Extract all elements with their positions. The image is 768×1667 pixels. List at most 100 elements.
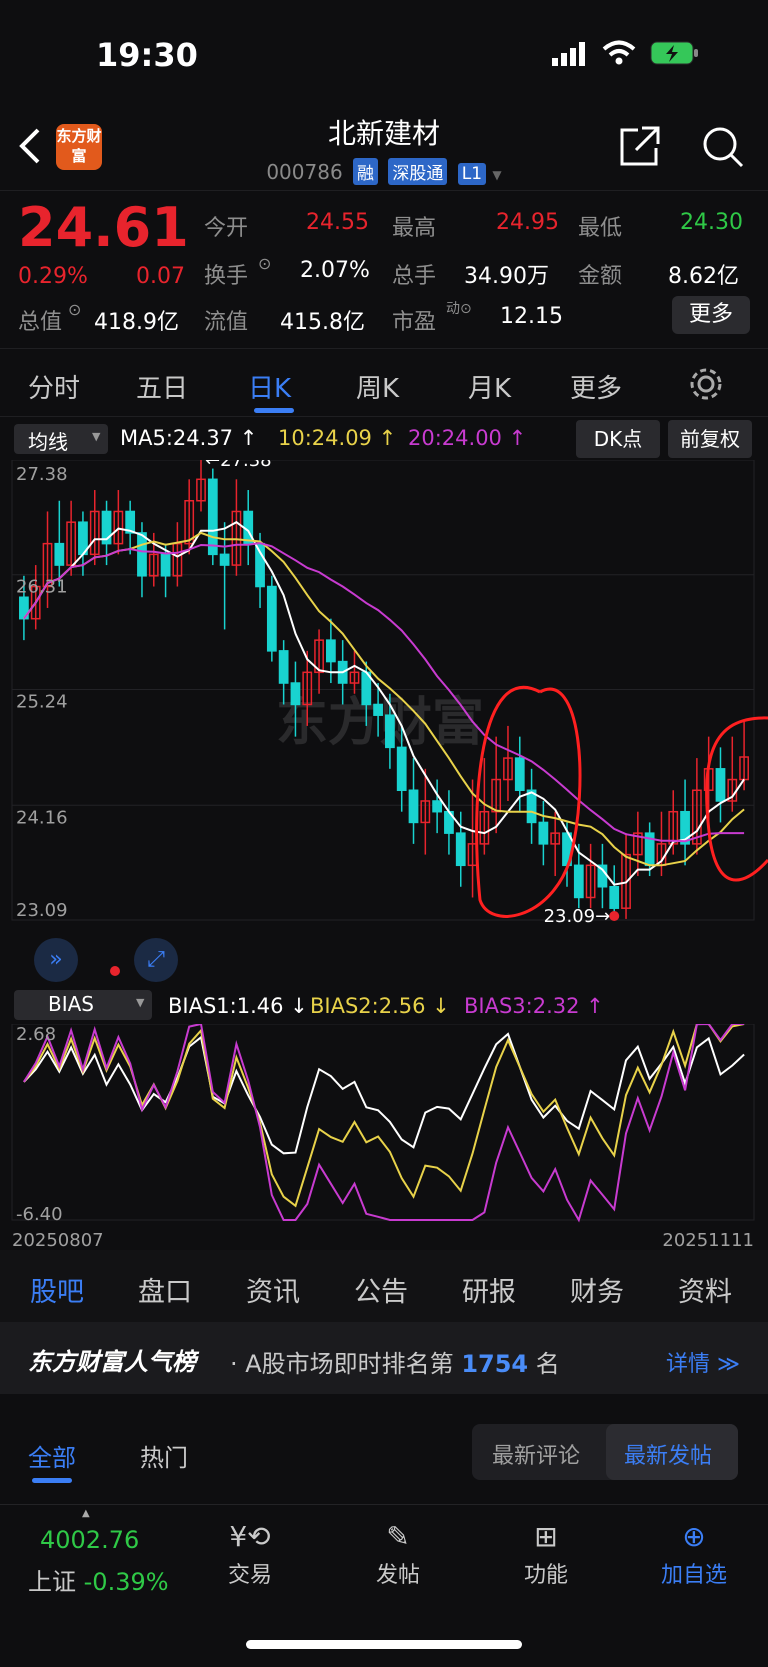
adjust-button[interactable]: 前复权 (668, 420, 752, 458)
tab-five-day[interactable]: 五日 (136, 368, 188, 405)
change-percent: 0.29% (18, 264, 88, 289)
nav-functions[interactable]: ⊞ 功能 (486, 1520, 606, 1589)
low-value: 24.30 (680, 210, 743, 235)
sort-latest-post[interactable]: 最新发帖 (624, 1438, 712, 1470)
low-marker-dot (609, 911, 620, 921)
high-label: 最高 (392, 216, 437, 241)
rank-number: 1754 (461, 1350, 529, 1378)
volume-value: 34.90万 (464, 264, 549, 289)
tab-pankou[interactable]: 盘口 (138, 1270, 192, 1309)
x-end-label: 20251111 (662, 1230, 754, 1251)
more-button[interactable]: 更多 (672, 296, 750, 334)
turnover-value: 2.07% (300, 258, 370, 283)
float-value: 415.8亿 (280, 310, 365, 335)
tag-level: L1 (457, 163, 487, 185)
nav-add-watch[interactable]: ⊕ 加自选 (634, 1520, 754, 1589)
share-button[interactable] (618, 124, 662, 172)
candle-body (514, 757, 525, 792)
ma10-label: 10:24.09 ↑ (278, 426, 397, 450)
candle-body (373, 703, 383, 716)
battery-icon (650, 40, 700, 70)
expand-left-button[interactable]: » (34, 938, 78, 982)
amount-label: 金额 (578, 264, 623, 289)
chevron-down-icon[interactable]: ▼ (492, 168, 501, 182)
fullscreen-button[interactable]: ⤢ (134, 938, 178, 982)
tab-intraday[interactable]: 分时 (28, 368, 80, 405)
open-label: 今开 (204, 216, 249, 241)
tab-daily-k[interactable]: 日K (248, 368, 291, 405)
candle-body (396, 746, 407, 792)
nav-trade[interactable]: ¥⟲ 交易 (190, 1520, 310, 1589)
candle-body (432, 800, 443, 813)
y-tick-label: 24.16 (16, 807, 68, 828)
amount-value: 8.62亿 (668, 264, 739, 289)
index-widget[interactable]: 上证 -0.39% (28, 1562, 169, 1597)
info-icon[interactable]: ⊙ (68, 300, 81, 319)
ma-selector-label: 均线 (28, 430, 68, 454)
kline-chart[interactable]: 东方财富 27.3826.3125.2424.1623.09 ←27.3823.… (0, 460, 768, 986)
ma-selector[interactable]: 均线 ▼ (14, 424, 108, 454)
bias-selector[interactable]: BIAS ▼ (14, 990, 152, 1020)
tab-research[interactable]: 研报 (462, 1270, 516, 1309)
tab-news[interactable]: 资讯 (246, 1270, 300, 1309)
share-icon (620, 126, 660, 166)
search-button[interactable] (700, 124, 746, 174)
y-tick-label: 26.31 (16, 577, 68, 598)
index-name: 上证 (28, 1568, 76, 1596)
candle-body (160, 553, 171, 577)
low-marker-label: 23.09→ (544, 906, 611, 927)
bias-chart[interactable]: 2.68 -6.40 20250807 20251111 (0, 1024, 768, 1260)
bias3-label: BIAS3:2.32 ↑ (464, 994, 604, 1018)
candle-body (54, 542, 65, 566)
y-tick-label: 27.38 (16, 464, 68, 485)
candle-body (715, 768, 726, 802)
candle-body (538, 821, 549, 845)
open-value: 24.55 (306, 210, 369, 235)
tag-connect: 深股通 (388, 158, 448, 185)
mktcap-value: 418.9亿 (94, 310, 179, 335)
y-tick-label: 23.09 (16, 900, 68, 921)
bias-top-label: 2.68 (16, 1024, 56, 1045)
bias-bottom-label: -6.40 (16, 1204, 63, 1225)
info-icon[interactable]: 动⊙ (446, 298, 472, 318)
candle-body (219, 553, 230, 566)
candle-body (325, 639, 336, 663)
float-label: 流值 (204, 310, 249, 335)
mktcap-label: 总值 (18, 310, 63, 335)
chevron-down-icon: ▼ (136, 996, 145, 1009)
nav-post[interactable]: ✎ 发帖 (338, 1520, 458, 1589)
rank-text: · A股市场即时排名第 1754 名 (230, 1350, 560, 1378)
yen-icon: ¥⟲ (229, 1520, 271, 1553)
candle-body (255, 542, 265, 588)
signal-icon (552, 42, 588, 70)
index-change: -0.39% (83, 1568, 169, 1596)
settings-button[interactable] (688, 366, 724, 406)
candle-body (290, 682, 301, 706)
volume-label: 总手 (392, 264, 437, 289)
filter-all[interactable]: 全部 (28, 1438, 76, 1473)
tab-profile[interactable]: 资料 (678, 1270, 732, 1309)
tab-more[interactable]: 更多 (570, 368, 622, 405)
tab-guba[interactable]: 股吧 (30, 1270, 84, 1309)
turnover-label: 换手 (204, 264, 249, 289)
gear-icon (690, 368, 722, 400)
candle-body (266, 585, 277, 652)
rank-detail-link[interactable]: 详情 ≫ (666, 1346, 740, 1378)
tab-finance[interactable]: 财务 (570, 1270, 624, 1309)
marker-dot (110, 966, 120, 976)
filter-hot[interactable]: 热门 (140, 1438, 188, 1473)
candle-body (455, 832, 466, 867)
tab-announcement[interactable]: 公告 (354, 1270, 408, 1309)
sort-latest-comment[interactable]: 最新评论 (492, 1438, 580, 1470)
bias1-label: BIAS1:1.46 ↓ (168, 994, 308, 1018)
index-value[interactable]: 4002.76 (40, 1526, 139, 1554)
tab-monthly-k[interactable]: 月K (468, 368, 511, 405)
candle-body (573, 864, 584, 899)
tab-weekly-k[interactable]: 周K (356, 368, 399, 405)
bias3-line (23, 1024, 745, 1223)
grid-icon: ⊞ (534, 1520, 558, 1553)
status-time: 19:30 (96, 36, 198, 74)
dk-button[interactable]: DK点 (576, 420, 660, 458)
search-icon (703, 127, 744, 168)
info-icon[interactable]: ⊙ (258, 254, 271, 273)
